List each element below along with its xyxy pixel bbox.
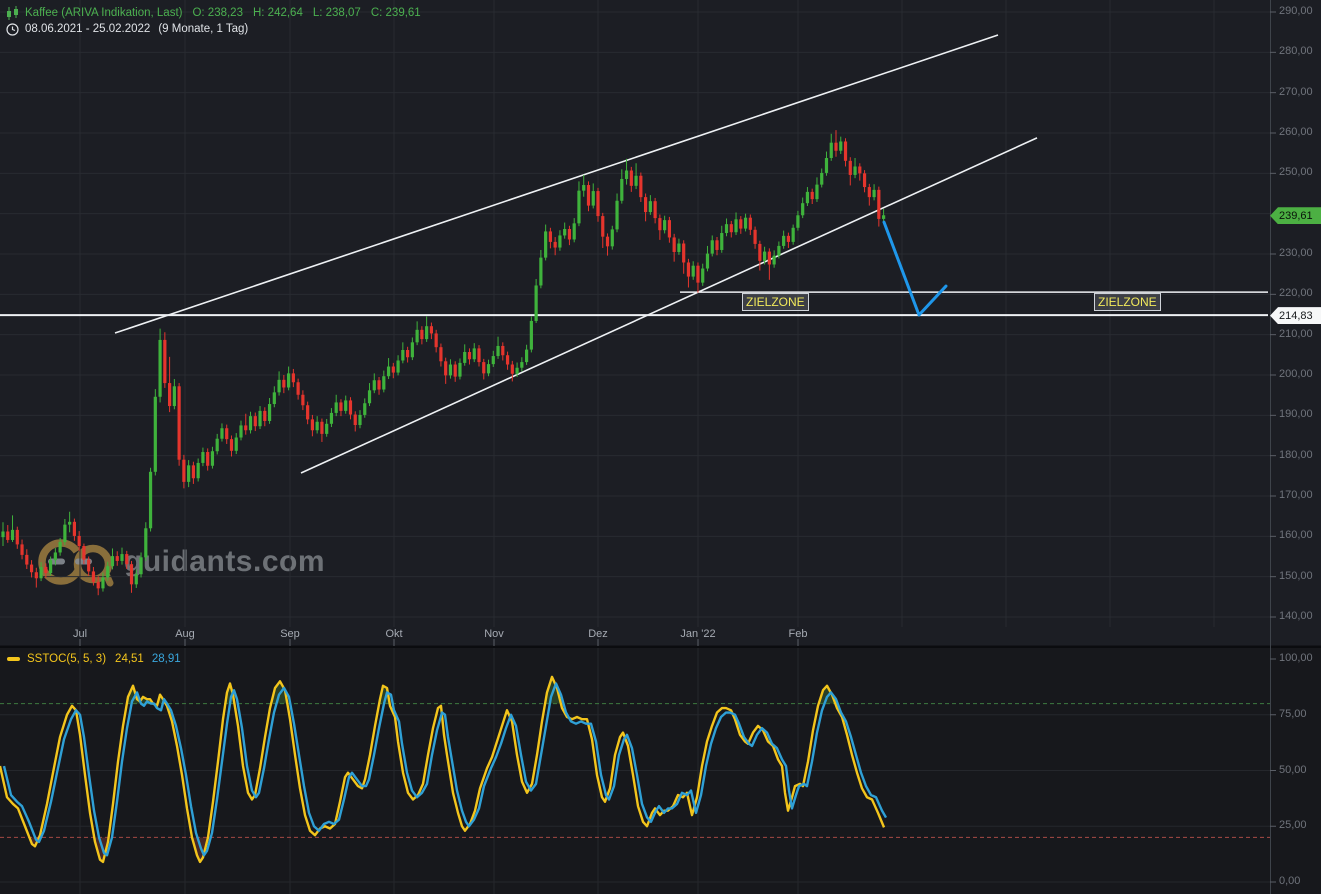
month-label: Okt (385, 628, 402, 640)
indicator-tick-label: 50,00 (1279, 764, 1307, 776)
indicator-tick-label: 25,00 (1279, 819, 1307, 831)
last-price-badge: 239,61 (1270, 207, 1321, 224)
indicator-tick-label: 75,00 (1279, 708, 1307, 720)
last-price-value: 239,61 (1279, 210, 1313, 222)
zielzone-label-2[interactable]: ZIELZONE (1094, 293, 1161, 311)
price-tick-label: 280,00 (1279, 45, 1313, 57)
clock-icon (6, 23, 19, 36)
month-label: Aug (175, 628, 195, 640)
price-tick-label: 220,00 (1279, 287, 1313, 299)
price-tick-label: 200,00 (1279, 368, 1313, 380)
date-duration: (9 Monate, 1 Tag) (158, 23, 248, 35)
ohlc-low: L: 238,07 (313, 7, 361, 19)
price-tick-label: 250,00 (1279, 166, 1313, 178)
date-range: 08.06.2021 - 25.02.2022 (25, 23, 150, 35)
month-label: Sep (280, 628, 300, 640)
price-tick-label: 190,00 (1279, 408, 1313, 420)
indicator-name: SSTOC(5, 5, 3) (27, 653, 106, 665)
price-tick-label: 180,00 (1279, 449, 1313, 461)
instrument-title[interactable]: Kaffee (ARIVA Indikation, Last) (25, 7, 182, 19)
chart-header: Kaffee (ARIVA Indikation, Last) O: 238,2… (6, 5, 431, 37)
price-tick-label: 270,00 (1279, 86, 1313, 98)
ohlc-high: H: 242,64 (253, 7, 303, 19)
indicator-tick-label: 0,00 (1279, 875, 1300, 887)
indicator-tick-label: 100,00 (1279, 652, 1313, 664)
month-label: Nov (484, 628, 504, 640)
price-tick-label: 210,00 (1279, 328, 1313, 340)
indicator-d-value: 28,91 (152, 653, 181, 665)
chart-canvas[interactable] (0, 0, 1321, 894)
price-level-value: 214,83 (1279, 310, 1313, 322)
month-label: Dez (588, 628, 608, 640)
ohlc-close: C: 239,61 (371, 7, 421, 19)
month-label: Feb (789, 628, 808, 640)
indicator-k-value: 24,51 (115, 653, 144, 665)
price-level-badge: 214,83 (1270, 307, 1321, 324)
month-label: Jul (73, 628, 87, 640)
indicator-color-icon (7, 657, 20, 661)
candlestick-icon (6, 6, 19, 21)
zielzone-label-1[interactable]: ZIELZONE (742, 293, 809, 311)
price-tick-label: 290,00 (1279, 5, 1313, 17)
price-tick-label: 150,00 (1279, 570, 1313, 582)
price-tick-label: 170,00 (1279, 489, 1313, 501)
month-label: Jan '22 (680, 628, 715, 640)
ohlc-open: O: 238,23 (192, 7, 243, 19)
price-tick-label: 230,00 (1279, 247, 1313, 259)
indicator-legend[interactable]: SSTOC(5, 5, 3) 24,51 28,91 (7, 653, 181, 665)
price-tick-label: 140,00 (1279, 610, 1313, 622)
price-tick-label: 260,00 (1279, 126, 1313, 138)
price-tick-label: 160,00 (1279, 529, 1313, 541)
trading-chart-window: guidants.com Kaffee (ARIVA Indikation, L… (0, 0, 1321, 894)
